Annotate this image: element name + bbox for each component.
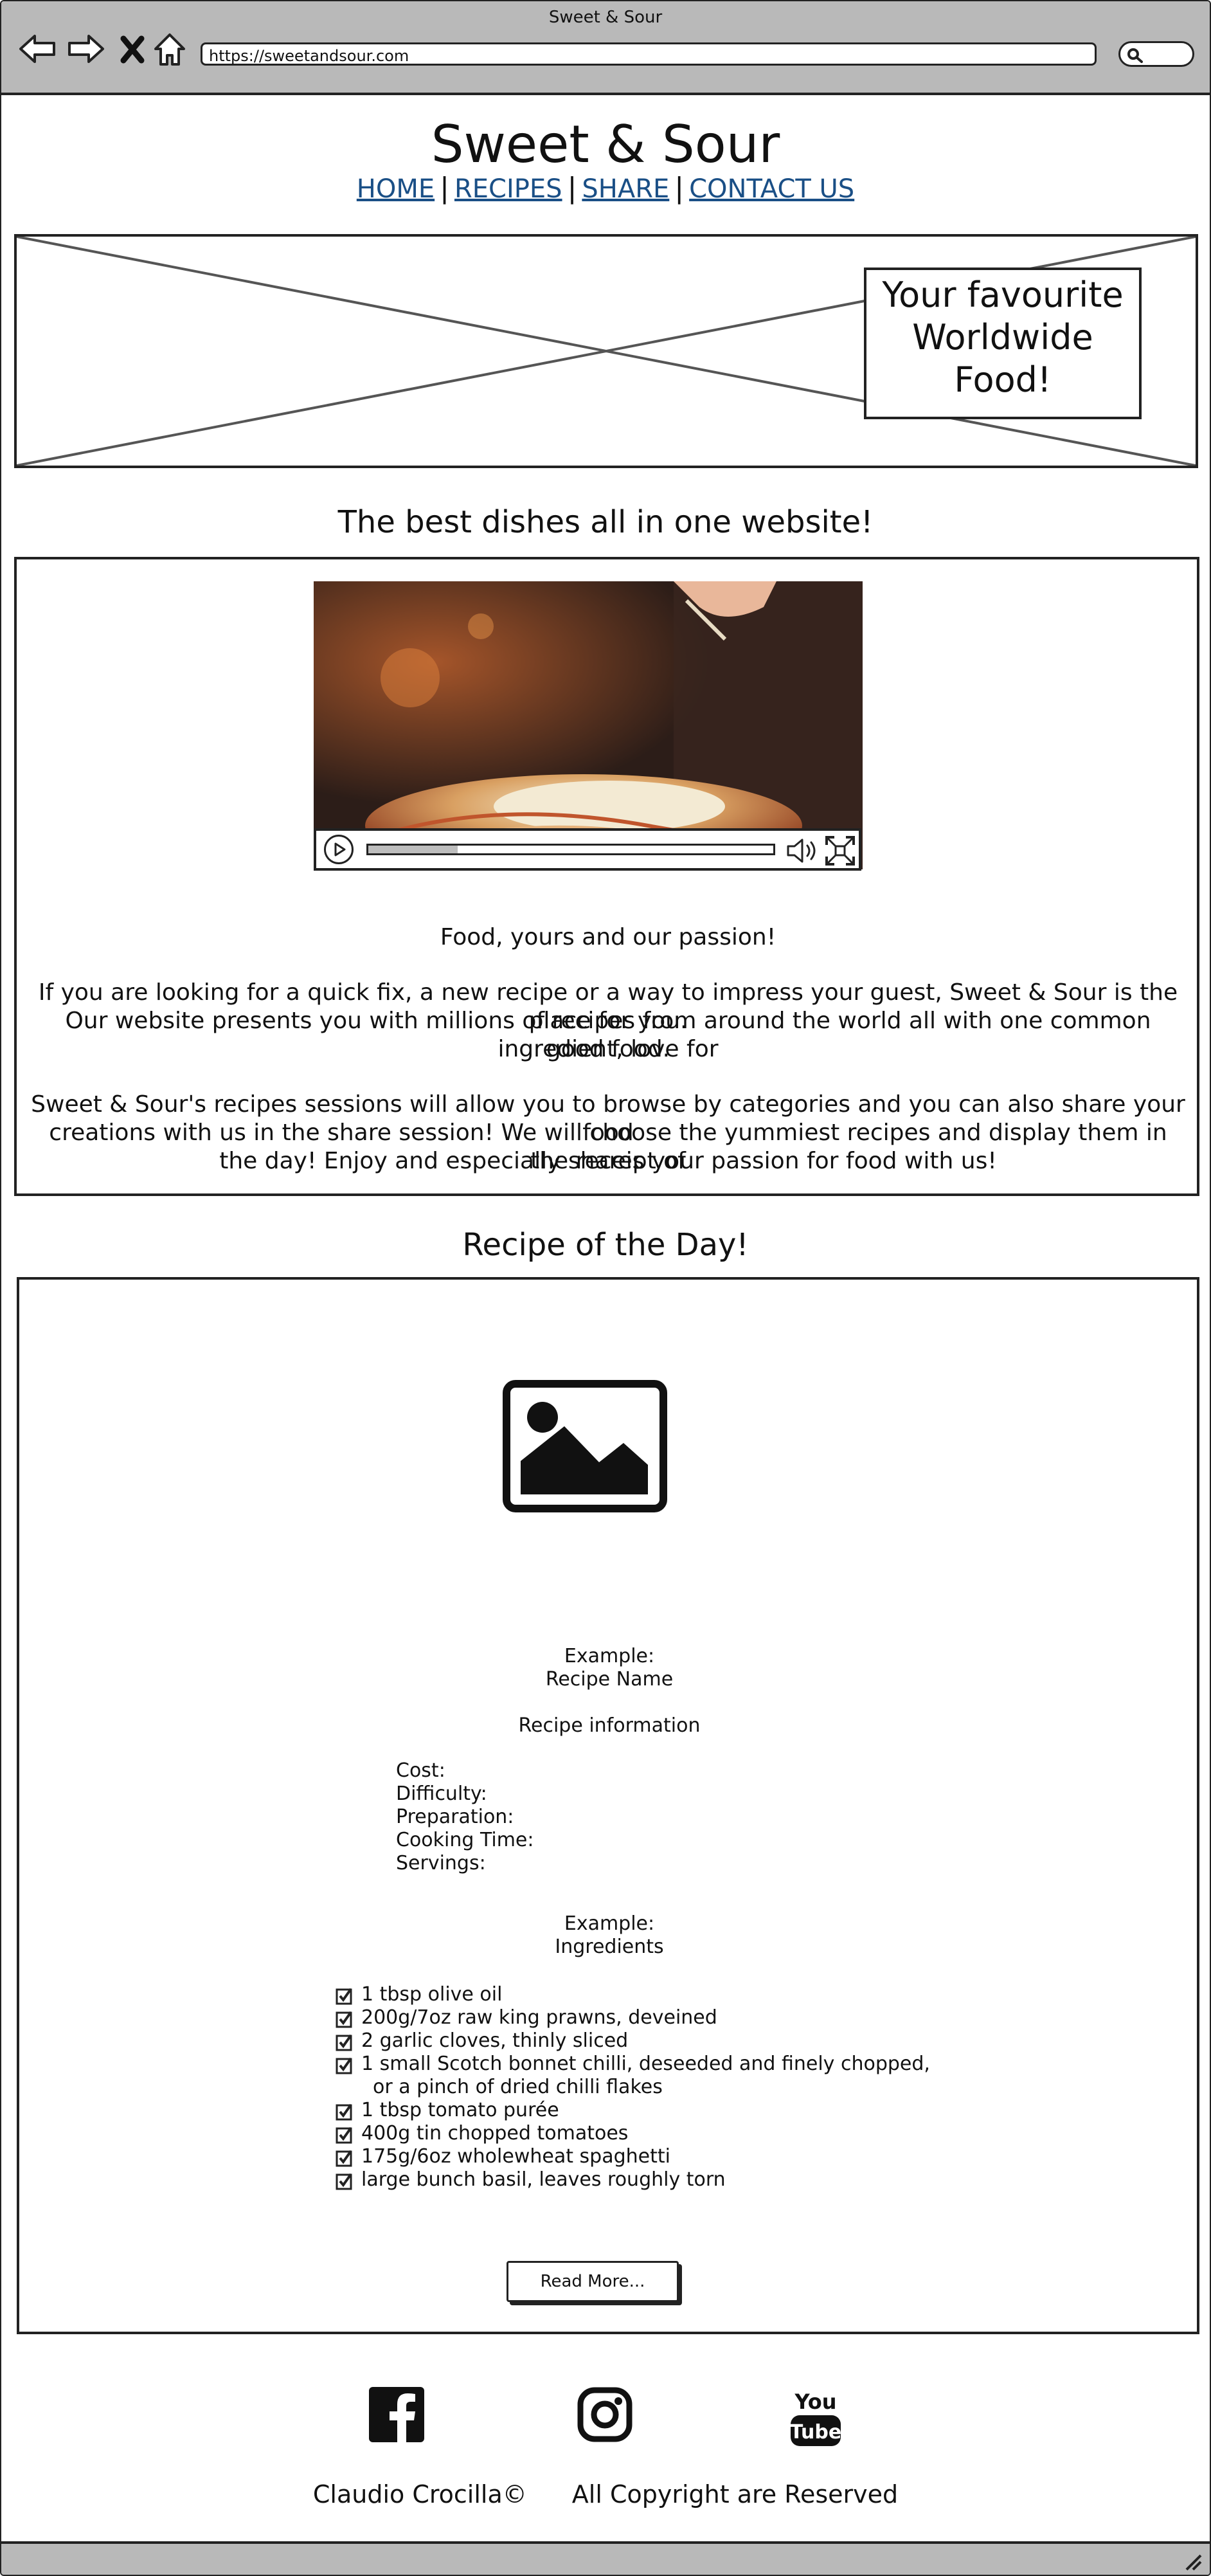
- ingredient-text: 400g tin chopped tomatoes: [361, 2122, 629, 2145]
- image-placeholder-icon: [503, 1380, 667, 1512]
- ingredient-item: 1 tbsp olive oil: [336, 1983, 930, 2006]
- copyright-icon: ©: [502, 2480, 527, 2508]
- nav-share-link[interactable]: SHARE: [582, 174, 669, 204]
- checkbox-checked-icon[interactable]: [336, 2103, 354, 2121]
- ingredient-item: 200g/7oz raw king prawns, deveined: [336, 2006, 930, 2029]
- video-player[interactable]: [314, 581, 863, 869]
- home-icon[interactable]: [152, 30, 188, 68]
- read-more-button[interactable]: Read More...: [507, 2261, 679, 2302]
- checkbox-checked-icon[interactable]: [336, 2056, 354, 2074]
- video-controls: [314, 828, 861, 871]
- browser-status-bar: [1, 2541, 1210, 2575]
- resize-grip-icon[interactable]: [1183, 2552, 1202, 2571]
- checkbox-checked-icon[interactable]: [336, 2149, 354, 2167]
- browser-search-field[interactable]: [1118, 41, 1194, 67]
- ingredient-item: 400g tin chopped tomatoes: [336, 2122, 930, 2145]
- recipe-info-item: Cooking Time:: [396, 1829, 534, 1851]
- video-progress-fill: [368, 846, 458, 853]
- nav-contact-link[interactable]: CONTACT US: [689, 174, 854, 204]
- youtube-tube-text: Tube: [790, 2421, 841, 2444]
- ingredient-item: large bunch basil, leaves roughly torn: [336, 2168, 930, 2191]
- hero-callout-line: Food!: [954, 359, 1052, 400]
- intro-paragraph-2-line: the day! Enjoy and especially shares you…: [219, 1148, 997, 1174]
- recipe-info-item: Preparation:: [396, 1806, 514, 1828]
- hero-callout: Your favourite Worldwide Food!: [864, 268, 1142, 419]
- video-seek-bar[interactable]: [366, 844, 775, 855]
- footer-rights: All Copyright are Reserved: [571, 2480, 899, 2508]
- recipe-section: Example: Recipe Name Recipe information …: [17, 1277, 1199, 2334]
- back-arrow-icon[interactable]: [18, 30, 58, 68]
- hero-banner: Your favourite Worldwide Food!: [14, 234, 1198, 468]
- ingredient-text: 1 tbsp olive oil: [361, 1983, 503, 2006]
- intro-heading: The best dishes all in one website!: [337, 504, 874, 540]
- nav-home-link[interactable]: HOME: [357, 174, 435, 204]
- recipe-info-list: Cost: Difficulty: Preparation: Cooking T…: [396, 1759, 534, 1875]
- ingredient-text: 1 small Scotch bonnet chilli, deseeded a…: [361, 2053, 930, 2075]
- nav-recipes-link[interactable]: RECIPES: [454, 174, 562, 204]
- hero-callout-line: Your favourite: [882, 275, 1124, 315]
- fullscreen-icon[interactable]: [824, 835, 856, 867]
- window-title: Sweet & Sour: [548, 8, 663, 27]
- volume-icon[interactable]: [784, 835, 820, 867]
- intro-tagline: Food, yours and our passion!: [440, 924, 776, 950]
- ingredient-continuation: or a pinch of dried chilli flakes: [373, 2076, 663, 2098]
- ingredients-example-label: Example:: [564, 1912, 655, 1935]
- checkbox-checked-icon[interactable]: [336, 2010, 354, 2028]
- ingredient-text: large bunch basil, leaves roughly torn: [361, 2168, 726, 2191]
- ingredient-text: 175g/6oz wholewheat spaghetti: [361, 2145, 670, 2168]
- url-input[interactable]: https://sweetandsour.com: [201, 42, 1097, 66]
- recipe-info-heading: Recipe information: [518, 1714, 701, 1737]
- nav-separator: |: [440, 172, 449, 204]
- forward-arrow-icon[interactable]: [66, 30, 105, 68]
- ingredient-item: 175g/6oz wholewheat spaghetti: [336, 2145, 930, 2168]
- play-button[interactable]: [324, 835, 354, 864]
- facebook-icon[interactable]: [369, 2387, 424, 2442]
- ingredients-heading: Ingredients: [555, 1936, 664, 1958]
- browser-toolbar: Sweet & Sour https://sweetandsour.com: [1, 1, 1210, 95]
- recipe-info-item: Servings:: [396, 1852, 486, 1874]
- footer-copyright: Claudio Crocilla© All Copyright are Reser…: [1, 2478, 1210, 2510]
- footer-author: Claudio Crocilla: [312, 2480, 503, 2508]
- ingredient-text: 200g/7oz raw king prawns, deveined: [361, 2006, 717, 2029]
- intro-paragraph-1-line: good food.: [546, 1036, 670, 1062]
- checkbox-checked-icon[interactable]: [336, 1987, 354, 2005]
- intro-section: Food, yours and our passion! If you are …: [14, 557, 1199, 1196]
- youtube-you-text: You: [794, 2390, 837, 2414]
- play-icon: [334, 842, 346, 857]
- ingredient-text: 1 tbsp tomato purée: [361, 2099, 559, 2121]
- main-nav: HOME | RECIPES | SHARE | CONTACT US: [1, 170, 1210, 208]
- ingredient-item: 1 small Scotch bonnet chilli, deseeded a…: [336, 2053, 930, 2099]
- recipe-example-label: Example:: [564, 1645, 655, 1667]
- hero-callout-line: Worldwide: [912, 317, 1093, 358]
- checkbox-checked-icon[interactable]: [336, 2126, 354, 2144]
- nav-separator: |: [567, 172, 577, 204]
- ingredient-item: 2 garlic cloves, thinly sliced: [336, 2029, 930, 2053]
- instagram-icon[interactable]: [577, 2387, 632, 2442]
- search-icon: [1127, 48, 1143, 63]
- recipe-heading: Recipe of the Day!: [462, 1227, 749, 1263]
- recipe-info-item: Cost:: [396, 1759, 445, 1782]
- checkbox-checked-icon[interactable]: [336, 2033, 354, 2051]
- recipe-name: Recipe Name: [545, 1668, 674, 1691]
- close-x-icon[interactable]: [117, 30, 148, 68]
- nav-separator: |: [674, 172, 685, 204]
- ingredient-text: 2 garlic cloves, thinly sliced: [361, 2029, 629, 2052]
- ingredient-item: 1 tbsp tomato purée: [336, 2099, 930, 2122]
- browser-window: Sweet & Sour https://sweetandsour.com Sw…: [0, 0, 1211, 2576]
- youtube-icon[interactable]: You Tube: [788, 2387, 843, 2449]
- ingredients-list: 1 tbsp olive oil 200g/7oz raw king prawn…: [336, 1983, 930, 2191]
- recipe-info-item: Difficulty:: [396, 1782, 487, 1805]
- checkbox-checked-icon[interactable]: [336, 2172, 354, 2190]
